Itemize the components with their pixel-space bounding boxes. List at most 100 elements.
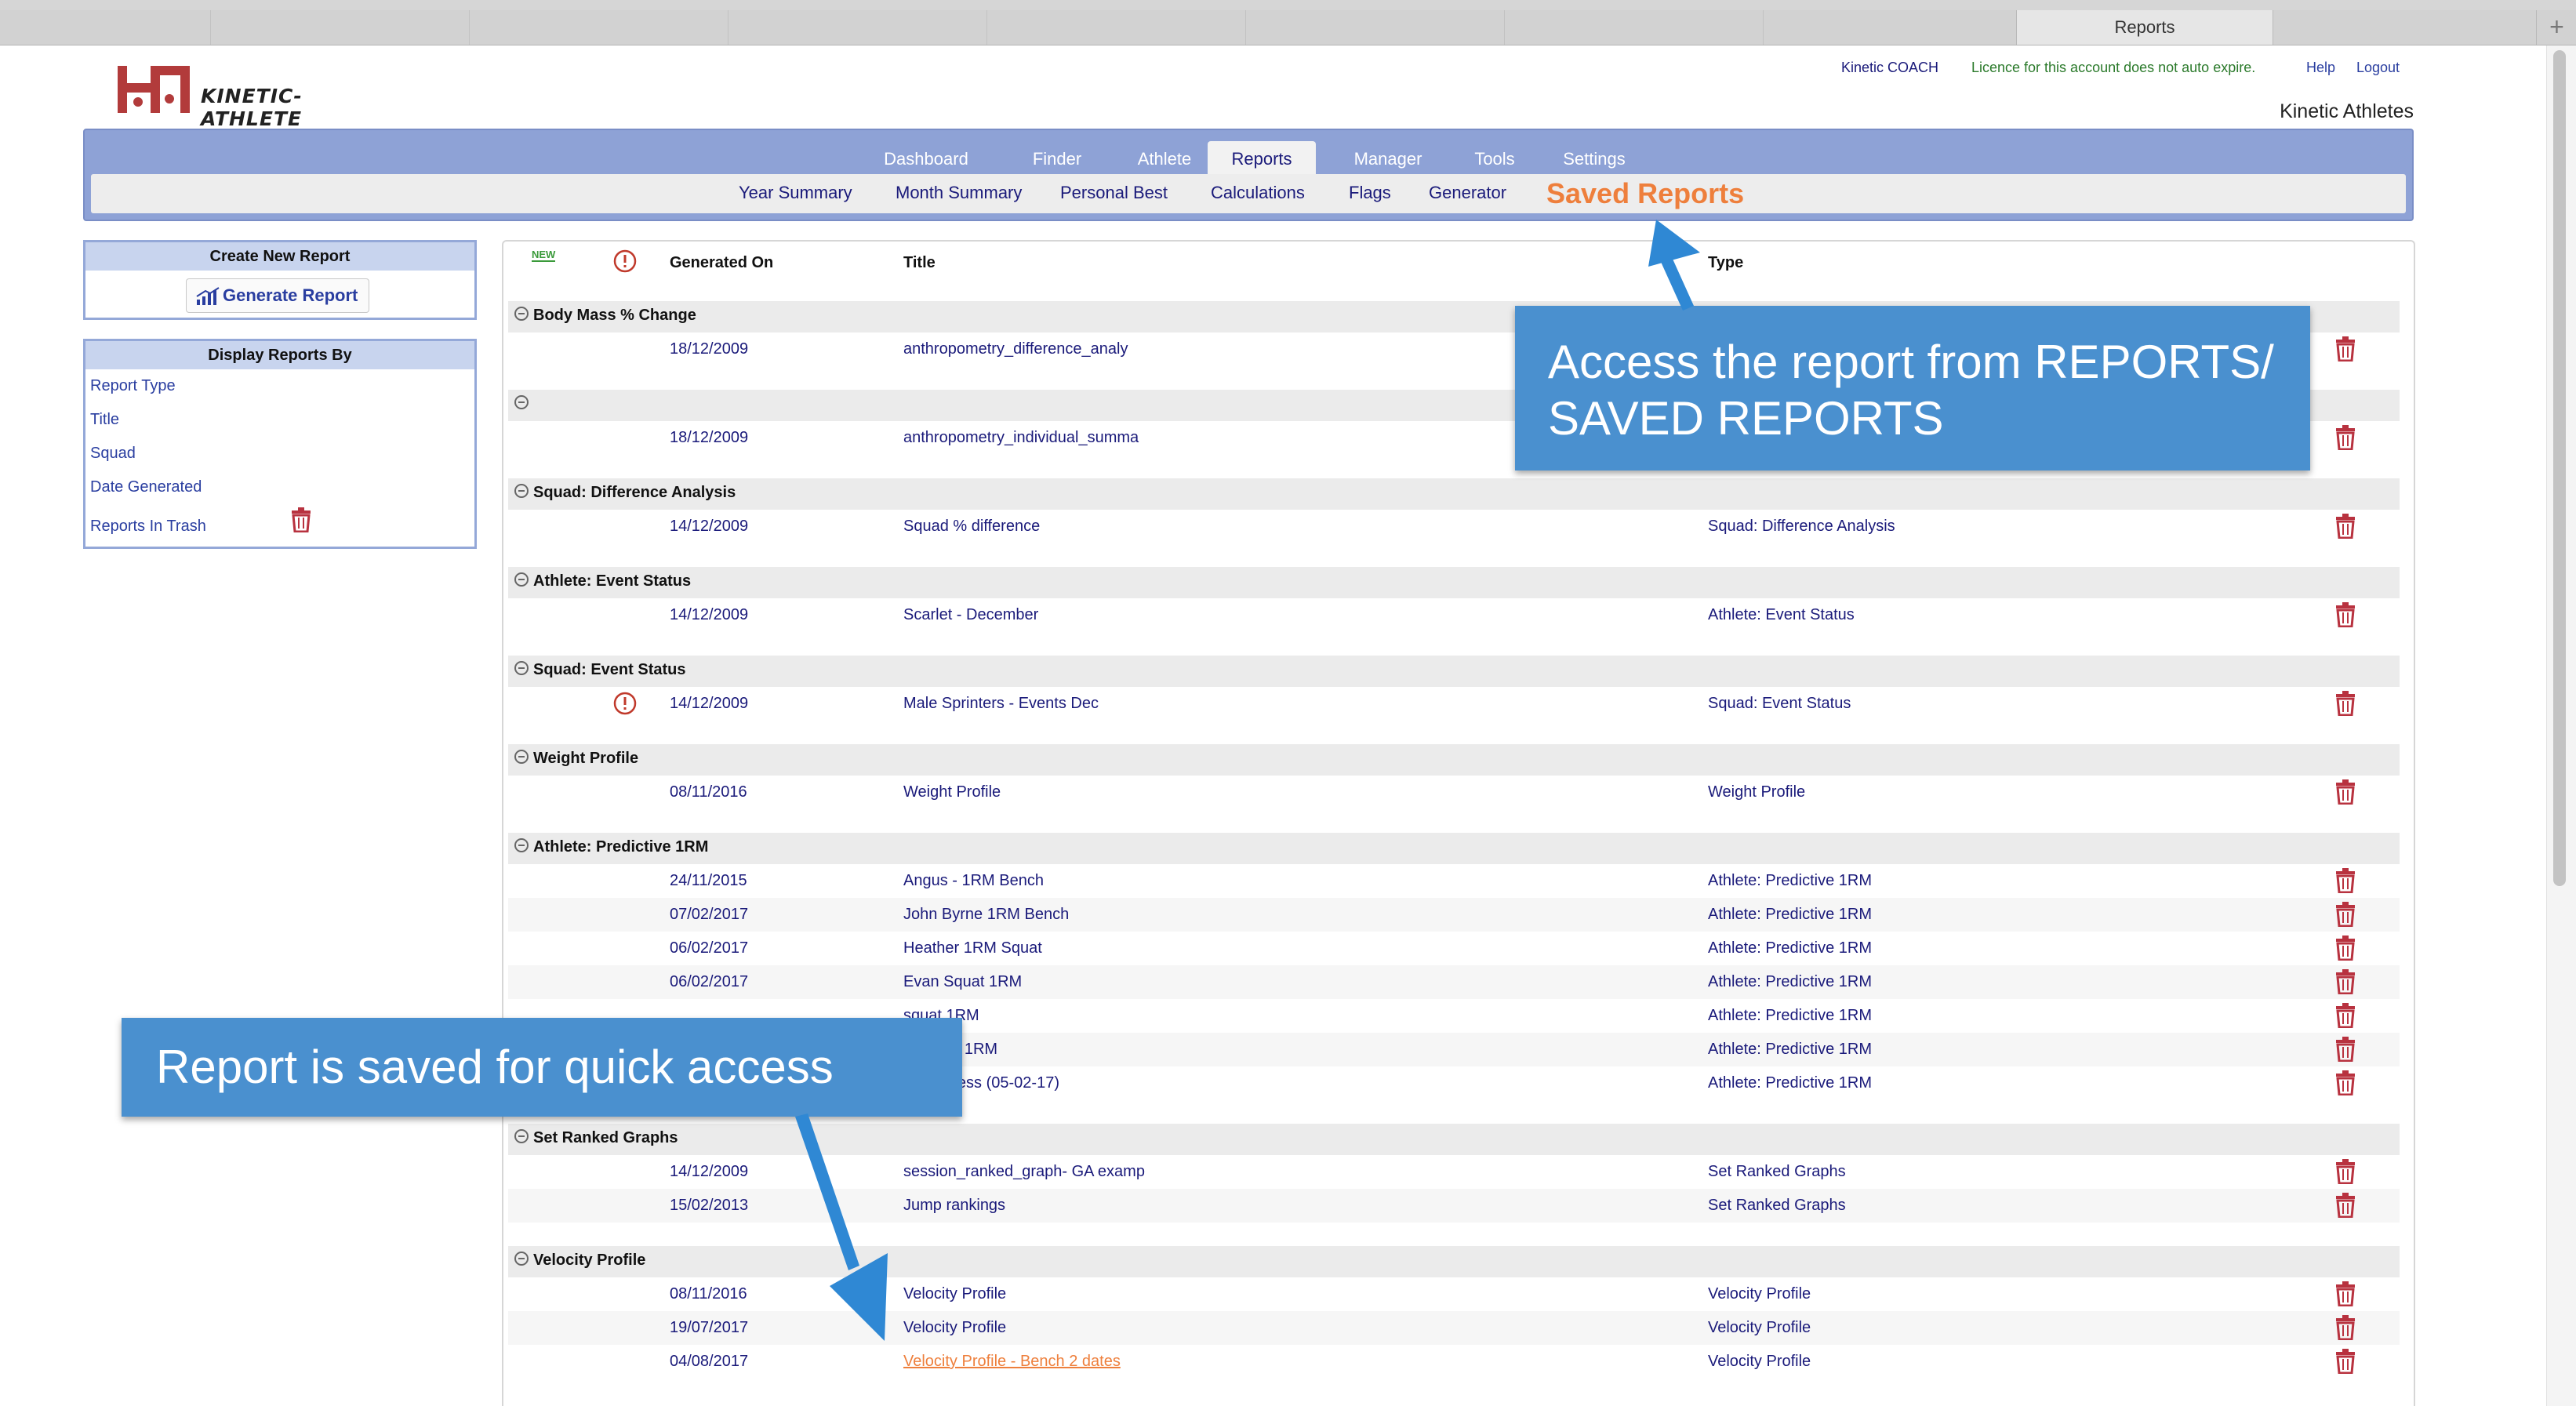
collapse-icon[interactable] bbox=[514, 661, 529, 675]
sidebar-item-squad[interactable]: Squad bbox=[90, 445, 136, 463]
collapse-icon[interactable] bbox=[514, 838, 529, 852]
trash-icon[interactable] bbox=[2335, 969, 2356, 994]
report-title[interactable]: Angus - 1RM Bench bbox=[903, 872, 1044, 890]
nav-reports[interactable]: Reports bbox=[1208, 141, 1316, 177]
collapse-icon[interactable] bbox=[514, 1252, 529, 1266]
report-row[interactable]: 04/08/2017 Velocity Profile - Bench 2 dat… bbox=[508, 1345, 2400, 1379]
report-row[interactable]: 08/11/2016 Velocity Profile Velocity Profi… bbox=[508, 1277, 2400, 1311]
column-generated-on[interactable]: Generated On bbox=[670, 254, 773, 272]
report-date: 18/12/2009 bbox=[670, 340, 749, 358]
nav-finder[interactable]: Finder bbox=[1013, 141, 1101, 177]
trash-icon[interactable] bbox=[2335, 1281, 2356, 1306]
report-title[interactable]: Weight Profile bbox=[903, 783, 1001, 801]
report-row[interactable]: 14/12/2009 Male Sprinters - Events Dec Squ… bbox=[508, 687, 2400, 721]
collapse-icon[interactable] bbox=[514, 307, 529, 321]
trash-icon[interactable] bbox=[2335, 1070, 2356, 1095]
report-group-header[interactable]: Weight Profile bbox=[508, 744, 2400, 776]
report-row[interactable]: 24/11/2015 Angus - 1RM Bench Athlete: Pred… bbox=[508, 864, 2400, 898]
report-row[interactable]: 06/02/2017 Heather 1RM Squat Athlete: Pred… bbox=[508, 932, 2400, 965]
report-row[interactable]: 14/12/2009 Squad % difference Squad: Diffe… bbox=[508, 510, 2400, 543]
trash-icon[interactable] bbox=[2335, 936, 2356, 961]
trash-icon[interactable] bbox=[2335, 1037, 2356, 1062]
report-group-header[interactable]: Athlete: Event Status bbox=[508, 567, 2400, 598]
report-title[interactable]: anthropometry_individual_summa bbox=[903, 429, 1139, 447]
browser-tab-bar: Reports + bbox=[0, 10, 2576, 45]
report-date: 07/02/2017 bbox=[670, 906, 749, 923]
nav-manager[interactable]: Manager bbox=[1336, 141, 1440, 177]
collapse-icon[interactable] bbox=[514, 395, 529, 409]
report-row[interactable]: 19/07/2017 Velocity Profile Velocity Profi… bbox=[508, 1311, 2400, 1345]
report-title[interactable]: anthropometry_difference_analy bbox=[903, 340, 1128, 358]
report-date: 14/12/2009 bbox=[670, 518, 749, 535]
report-group-header[interactable]: Squad: Difference Analysis bbox=[508, 478, 2400, 510]
report-title[interactable]: Male Sprinters - Events Dec bbox=[903, 695, 1099, 713]
collapse-icon[interactable] bbox=[514, 750, 529, 764]
column-type[interactable]: Type bbox=[1708, 254, 1743, 272]
subnav-personal-best[interactable]: Personal Best bbox=[1060, 174, 1168, 213]
report-group-header[interactable]: Set Ranked Graphs bbox=[508, 1124, 2400, 1155]
trash-icon[interactable] bbox=[2335, 425, 2356, 450]
trash-icon[interactable] bbox=[2335, 1003, 2356, 1028]
report-title[interactable]: John Byrne 1RM Bench bbox=[903, 906, 1069, 924]
browser-tab-reports[interactable]: Reports bbox=[2016, 10, 2273, 45]
trash-icon[interactable] bbox=[2335, 1349, 2356, 1374]
trash-icon[interactable] bbox=[2335, 1159, 2356, 1184]
generate-report-button[interactable]: Generate Report bbox=[186, 278, 369, 313]
report-group-header[interactable]: Squad: Event Status bbox=[508, 656, 2400, 687]
subnav-year-summary[interactable]: Year Summary bbox=[739, 174, 852, 213]
report-row[interactable]: 06/02/2017 Evan Squat 1RM Athlete: Predict… bbox=[508, 965, 2400, 999]
sidebar-item-report-type[interactable]: Report Type bbox=[90, 377, 176, 395]
trash-icon[interactable] bbox=[2335, 1193, 2356, 1218]
page-scrollbar-thumb[interactable] bbox=[2553, 50, 2566, 886]
subnav-saved-reports[interactable]: Saved Reports bbox=[1546, 174, 1744, 213]
report-row[interactable]: 14/12/2009 session_ranked_graph- GA examp… bbox=[508, 1155, 2400, 1189]
trash-icon[interactable] bbox=[2335, 779, 2356, 805]
report-group-header[interactable]: Velocity Profile bbox=[508, 1246, 2400, 1277]
report-title[interactable]: Velocity Profile bbox=[903, 1285, 1006, 1303]
sidebar-item-title[interactable]: Title bbox=[90, 411, 119, 429]
subnav-month-summary[interactable]: Month Summary bbox=[896, 174, 1022, 213]
trash-icon[interactable] bbox=[2335, 602, 2356, 627]
nav-dashboard[interactable]: Dashboard bbox=[869, 141, 983, 177]
trash-icon[interactable] bbox=[2335, 1315, 2356, 1340]
help-link[interactable]: Help bbox=[2306, 60, 2335, 76]
trash-icon[interactable] bbox=[2335, 691, 2356, 716]
nav-settings[interactable]: Settings bbox=[1545, 141, 1644, 177]
report-type: Velocity Profile bbox=[1708, 1319, 1811, 1336]
report-group-header[interactable]: Athlete: Predictive 1RM bbox=[508, 833, 2400, 864]
sidebar-item-date-generated[interactable]: Date Generated bbox=[90, 478, 202, 496]
report-title[interactable]: Jump rankings bbox=[903, 1197, 1005, 1215]
trash-icon[interactable] bbox=[291, 507, 311, 532]
report-row[interactable]: 15/02/2013 Jump rankings Set Ranked Graphs bbox=[508, 1189, 2400, 1223]
report-title[interactable]: Velocity Profile bbox=[903, 1319, 1006, 1337]
report-title[interactable]: Scarlet - December bbox=[903, 606, 1038, 624]
collapse-icon[interactable] bbox=[514, 1129, 529, 1143]
logo[interactable]: KINETIC-ATHLETE bbox=[116, 64, 367, 130]
new-tab-plus-icon[interactable]: + bbox=[2536, 10, 2576, 45]
collapse-icon[interactable] bbox=[514, 484, 529, 498]
report-title[interactable]: Evan Squat 1RM bbox=[903, 973, 1022, 991]
trash-icon[interactable] bbox=[2335, 336, 2356, 361]
trash-icon[interactable] bbox=[2335, 514, 2356, 539]
report-date: 06/02/2017 bbox=[670, 973, 749, 990]
column-title[interactable]: Title bbox=[903, 254, 936, 272]
logout-link[interactable]: Logout bbox=[2356, 60, 2400, 76]
subnav-calculations[interactable]: Calculations bbox=[1211, 174, 1305, 213]
nav-tools[interactable]: Tools bbox=[1455, 141, 1534, 177]
trash-icon[interactable] bbox=[2335, 868, 2356, 893]
tab-separator bbox=[1245, 10, 1246, 45]
report-row[interactable]: 14/12/2009 Scarlet - December Athlete: Eve… bbox=[508, 598, 2400, 632]
subnav-generator[interactable]: Generator bbox=[1429, 174, 1506, 213]
collapse-icon[interactable] bbox=[514, 572, 529, 587]
report-row[interactable]: 07/02/2017 John Byrne 1RM Bench Athlete: P… bbox=[508, 898, 2400, 932]
report-title[interactable]: Velocity Profile - Bench 2 dates bbox=[903, 1353, 1121, 1371]
subnav-flags[interactable]: Flags bbox=[1349, 174, 1391, 213]
report-title[interactable]: Heather 1RM Squat bbox=[903, 939, 1042, 957]
trash-icon[interactable] bbox=[2335, 902, 2356, 927]
report-type: Velocity Profile bbox=[1708, 1285, 1811, 1302]
nav-athlete[interactable]: Athlete bbox=[1115, 141, 1214, 177]
report-title[interactable]: Squad % difference bbox=[903, 518, 1040, 536]
report-title[interactable]: session_ranked_graph- GA examp bbox=[903, 1163, 1145, 1181]
sidebar-item-reports-in-trash[interactable]: Reports In Trash bbox=[90, 518, 206, 536]
report-row[interactable]: 08/11/2016 Weight Profile Weight Profile bbox=[508, 776, 2400, 809]
